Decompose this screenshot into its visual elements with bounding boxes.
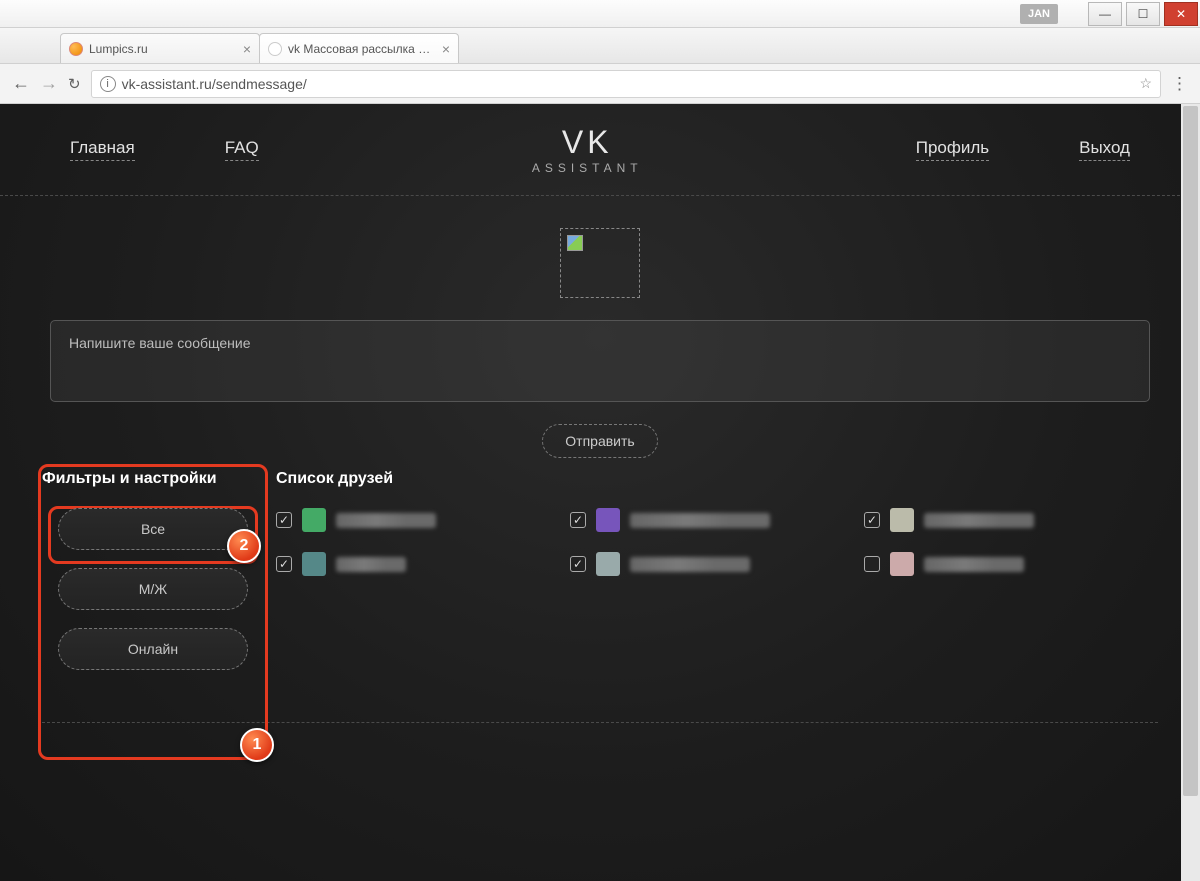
- friend-item[interactable]: ✓: [864, 552, 1158, 576]
- friend-checkbox[interactable]: ✓: [570, 512, 586, 528]
- nav-logout[interactable]: Выход: [1079, 138, 1130, 161]
- send-button[interactable]: Отправить: [542, 424, 657, 458]
- friend-item[interactable]: ✓: [570, 508, 864, 532]
- address-bar-row: ← → ↻ i vk-assistant.ru/sendmessage/ ☆ ⋮: [0, 64, 1200, 104]
- site-top-nav: Главная FAQ VK ASSISTANT Профиль Выход: [0, 104, 1200, 196]
- avatar: [302, 552, 326, 576]
- filter-online-button[interactable]: Онлайн: [58, 628, 248, 670]
- friend-checkbox[interactable]: ✓: [570, 556, 586, 572]
- back-button[interactable]: ←: [12, 73, 30, 94]
- filter-all-button[interactable]: Все 2: [58, 508, 248, 550]
- address-input[interactable]: i vk-assistant.ru/sendmessage/ ☆: [91, 70, 1161, 98]
- friend-item[interactable]: ✓: [570, 552, 864, 576]
- logo-top: VK: [532, 124, 643, 161]
- nav-right: Профиль Выход: [916, 138, 1130, 161]
- favicon-icon: [69, 42, 83, 56]
- friend-name-blurred: [630, 557, 750, 572]
- close-tab-icon[interactable]: ×: [442, 41, 450, 57]
- os-titlebar: JAN — ☐ ✕: [0, 0, 1200, 28]
- filter-label: Онлайн: [128, 641, 178, 657]
- annotation-callout-2: 2: [227, 529, 261, 563]
- friends-panel: Список друзей ✓ ✓ ✓ ✓ ✓ ✓: [276, 470, 1158, 576]
- logo-sub: ASSISTANT: [532, 161, 643, 175]
- close-tab-icon[interactable]: ×: [243, 41, 251, 57]
- browser-menu-icon[interactable]: ⋮: [1171, 74, 1188, 94]
- broken-image-icon: [567, 235, 583, 251]
- friend-name-blurred: [336, 557, 406, 572]
- bookmark-star-icon[interactable]: ☆: [1139, 75, 1152, 92]
- message-placeholder: Напишите ваше сообщение: [69, 335, 251, 351]
- tab-vk-assistant[interactable]: vk Массовая рассылка соо... ×: [259, 33, 459, 63]
- annotation-callout-1: 1: [240, 728, 274, 762]
- avatar: [596, 508, 620, 532]
- filter-label: М/Ж: [139, 581, 167, 597]
- friend-checkbox[interactable]: ✓: [864, 556, 880, 572]
- filters-panel: Фильтры и настройки Все 2 М/Ж Онлайн 1: [42, 470, 264, 688]
- message-input[interactable]: Напишите ваше сообщение: [50, 320, 1150, 402]
- os-badge: JAN: [1020, 4, 1058, 24]
- vertical-scrollbar[interactable]: [1181, 104, 1200, 881]
- friend-name-blurred: [924, 513, 1034, 528]
- favicon-icon: [268, 42, 282, 56]
- filter-gender-button[interactable]: М/Ж: [58, 568, 248, 610]
- url-text: vk-assistant.ru/sendmessage/: [122, 76, 307, 92]
- reload-button[interactable]: ↻: [68, 75, 81, 93]
- friend-checkbox[interactable]: ✓: [276, 512, 292, 528]
- friends-title: Список друзей: [276, 470, 1158, 488]
- tab-title: vk Массовая рассылка соо...: [288, 42, 436, 56]
- nav-left: Главная FAQ: [70, 138, 259, 161]
- friend-item[interactable]: ✓: [276, 508, 570, 532]
- close-window-button[interactable]: ✕: [1164, 2, 1198, 26]
- nav-home[interactable]: Главная: [70, 138, 135, 161]
- tab-lumpics[interactable]: Lumpics.ru ×: [60, 33, 260, 63]
- nav-profile[interactable]: Профиль: [916, 138, 989, 161]
- friend-name-blurred: [924, 557, 1024, 572]
- minimize-button[interactable]: —: [1088, 2, 1122, 26]
- forward-button[interactable]: →: [40, 73, 58, 94]
- page-viewport: Главная FAQ VK ASSISTANT Профиль Выход Н…: [0, 104, 1200, 881]
- avatar: [890, 508, 914, 532]
- tab-title: Lumpics.ru: [89, 42, 237, 56]
- nav-faq[interactable]: FAQ: [225, 138, 259, 161]
- browser-tabs: Lumpics.ru × vk Массовая рассылка соо...…: [0, 28, 1200, 64]
- friend-name-blurred: [336, 513, 436, 528]
- friend-item[interactable]: ✓: [864, 508, 1158, 532]
- maximize-button[interactable]: ☐: [1126, 2, 1160, 26]
- friend-checkbox[interactable]: ✓: [864, 512, 880, 528]
- friend-name-blurred: [630, 513, 770, 528]
- avatar: [596, 552, 620, 576]
- site-logo[interactable]: VK ASSISTANT: [532, 124, 643, 175]
- avatar: [302, 508, 326, 532]
- avatar-placeholder[interactable]: [560, 228, 640, 298]
- friend-item[interactable]: ✓: [276, 552, 570, 576]
- avatar: [890, 552, 914, 576]
- scrollbar-thumb[interactable]: [1183, 106, 1198, 796]
- friend-checkbox[interactable]: ✓: [276, 556, 292, 572]
- filter-label: Все: [141, 521, 165, 537]
- site-info-icon[interactable]: i: [100, 76, 116, 92]
